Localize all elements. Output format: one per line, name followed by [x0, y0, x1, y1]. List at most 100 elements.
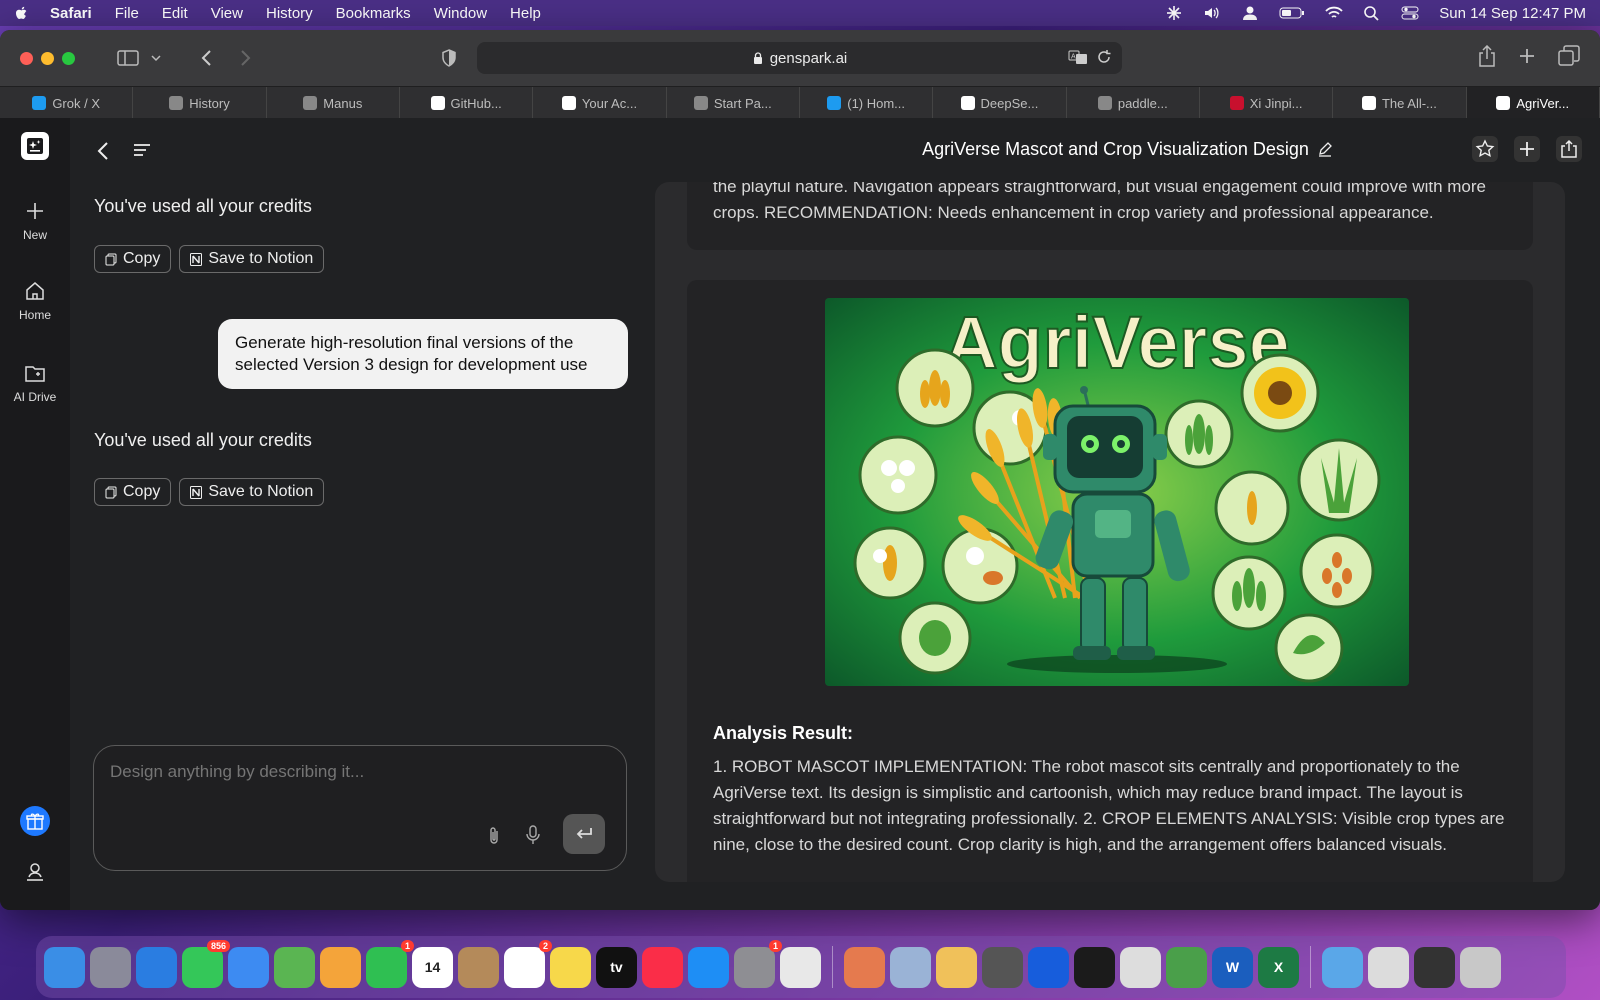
back-button[interactable] [193, 45, 219, 71]
minimize-window-button[interactable] [41, 51, 54, 65]
browser-tab[interactable]: Xi Jinpi... [1200, 87, 1334, 119]
browser-tab[interactable]: The All-... [1333, 87, 1467, 119]
sidebar-item-home[interactable]: Home [0, 280, 70, 322]
dock-chrome-icon[interactable] [780, 946, 821, 988]
genspark-logo[interactable] [21, 132, 49, 160]
send-button[interactable] [563, 814, 605, 854]
dock-app-store-icon[interactable] [688, 946, 729, 988]
dock-script-editor-icon[interactable] [1120, 946, 1161, 988]
control-center-icon[interactable] [1401, 5, 1419, 21]
reload-icon[interactable] [1096, 48, 1112, 66]
dock-calendar-icon[interactable]: 14 [412, 946, 453, 988]
browser-tab[interactable]: Your Ac... [533, 87, 667, 119]
copy-button[interactable]: Copy [94, 245, 172, 273]
browser-tab[interactable]: DeepSe... [933, 87, 1067, 119]
prompt-input[interactable] [110, 762, 590, 782]
dock-bitwarden-icon[interactable] [1028, 946, 1069, 988]
sidebar-item-ai-drive[interactable]: AI Drive [0, 362, 70, 404]
copy-button[interactable]: Copy [94, 478, 172, 506]
profile-icon[interactable] [24, 860, 46, 882]
menu-window[interactable]: Window [434, 5, 487, 22]
dock-contacts-icon[interactable] [458, 946, 499, 988]
zoom-window-button[interactable] [62, 51, 75, 65]
menu-history[interactable]: History [266, 5, 313, 22]
back-arrow-icon[interactable] [96, 140, 110, 162]
dock-photos-icon[interactable] [320, 946, 361, 988]
tab-groups-dropdown[interactable] [143, 45, 169, 71]
wifi-icon[interactable] [1325, 5, 1343, 21]
share-button[interactable] [1556, 136, 1582, 162]
gift-button[interactable] [20, 806, 50, 836]
menu-edit[interactable]: Edit [162, 5, 188, 22]
dock-screenshot-icon[interactable] [982, 946, 1023, 988]
dock-claude-icon[interactable] [844, 946, 885, 988]
volume-icon[interactable] [1203, 5, 1221, 21]
claude-status-icon[interactable] [1165, 5, 1183, 21]
spotlight-search-icon[interactable] [1363, 5, 1381, 21]
menu-bookmarks[interactable]: Bookmarks [336, 5, 411, 22]
attachment-icon[interactable] [485, 826, 503, 846]
menu-icon[interactable] [132, 140, 152, 162]
dock-notes-icon[interactable] [550, 946, 591, 988]
apple-icon[interactable] [14, 5, 30, 21]
user-icon[interactable] [1241, 5, 1259, 21]
dock-system-settings-icon[interactable]: 1 [734, 939, 782, 988]
dock-facetime-icon[interactable]: 1 [366, 939, 414, 988]
menu-file[interactable]: File [115, 5, 139, 22]
dock-documents-stack-icon[interactable] [1368, 946, 1409, 988]
dock-trash-icon[interactable] [1460, 946, 1501, 988]
menu-view[interactable]: View [211, 5, 243, 22]
dock-preview-icon[interactable] [890, 946, 931, 988]
share-icon[interactable] [1478, 45, 1496, 67]
browser-tab[interactable]: (1) Hom... [800, 87, 934, 119]
dock-installer-icon[interactable] [1166, 946, 1207, 988]
dock-maps-icon[interactable] [274, 946, 315, 988]
favorite-button[interactable] [1472, 136, 1498, 162]
close-window-button[interactable] [20, 51, 33, 65]
dock-mail-icon[interactable] [228, 946, 269, 988]
results-scroll-area[interactable]: the playful nature. Navigation appears s… [655, 182, 1565, 882]
sidebar-item-new[interactable]: New [0, 200, 70, 242]
dock-launchpad-icon[interactable] [90, 946, 131, 988]
new-design-button[interactable] [1514, 136, 1540, 162]
new-tab-icon[interactable] [1518, 45, 1536, 67]
forward-button[interactable] [233, 45, 259, 71]
microphone-icon[interactable] [524, 824, 542, 846]
save-to-notion-button[interactable]: Save to Notion [179, 478, 325, 506]
dock-downloads-folder-icon[interactable] [1322, 946, 1363, 988]
edit-pencil-icon[interactable] [1317, 141, 1333, 157]
dock-music-icon[interactable] [642, 946, 683, 988]
dock-word-icon[interactable]: W [1212, 946, 1253, 988]
agriverse-mascot-image[interactable]: AgriVerse [825, 298, 1409, 686]
dock-finder-icon[interactable] [44, 946, 85, 988]
dock-terminal-icon[interactable] [1074, 946, 1115, 988]
browser-tab[interactable]: Start Pa... [667, 87, 800, 119]
dock-safari-icon[interactable] [136, 946, 177, 988]
browser-tab[interactable]: GitHub... [400, 87, 534, 119]
notion-label: Save to Notion [208, 483, 314, 500]
address-bar[interactable]: genspark.ai A [477, 42, 1122, 74]
tab-overview-icon[interactable] [1558, 45, 1580, 67]
sidebar-toggle-button[interactable] [115, 45, 141, 71]
battery-icon[interactable] [1279, 5, 1305, 21]
translate-icon[interactable]: A [1068, 48, 1088, 66]
menu-bar: Safari File Edit View History Bookmarks … [0, 0, 1600, 26]
clock-datetime[interactable]: Sun 14 Sep 12:47 PM [1439, 5, 1586, 22]
browser-tab[interactable]: AgriVer... [1466, 87, 1600, 119]
browser-tab[interactable]: Manus [267, 87, 400, 119]
openai-icon [960, 96, 975, 110]
dock-excel-icon[interactable]: X [1258, 946, 1299, 988]
menu-help[interactable]: Help [510, 5, 541, 22]
browser-tab[interactable]: Grok / X [0, 87, 134, 119]
browser-tab[interactable]: History [133, 87, 267, 119]
save-to-notion-button[interactable]: Save to Notion [179, 245, 325, 273]
dock-tv-icon[interactable]: tv [596, 946, 637, 988]
browser-tab[interactable]: paddle... [1067, 87, 1200, 119]
dock-messages-icon[interactable]: 856 [182, 939, 230, 988]
menu-app-name[interactable]: Safari [50, 5, 92, 22]
notion-icon [190, 485, 203, 499]
dock-screens-stack-icon[interactable] [1414, 946, 1455, 988]
privacy-report-button[interactable] [436, 45, 462, 71]
dock-reminders-icon[interactable]: 2 [504, 939, 552, 988]
dock-feather-icon[interactable] [936, 946, 977, 988]
